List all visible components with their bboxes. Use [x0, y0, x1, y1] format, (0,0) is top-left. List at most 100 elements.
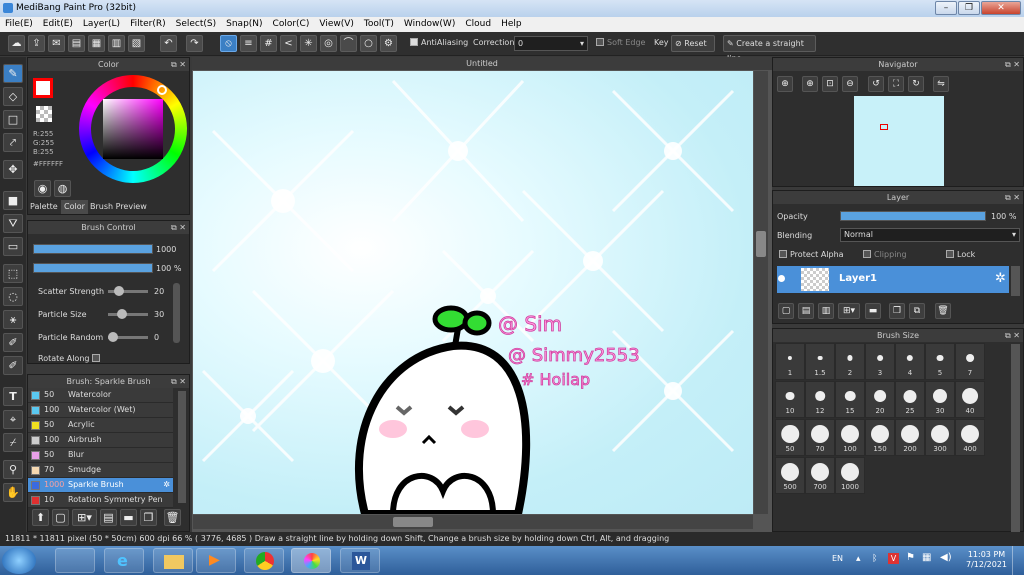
brush-list-item[interactable]: 50 Blur: [28, 448, 173, 463]
circle-snap-icon[interactable]: ○: [360, 35, 377, 52]
tab-palette[interactable]: Palette: [30, 200, 58, 214]
layer-row[interactable]: Layer1 ✲: [777, 266, 1009, 293]
brush-list-item[interactable]: 50 Watercolor: [28, 388, 173, 403]
fill-rect-tool-icon[interactable]: ■: [3, 191, 23, 210]
antivirus-icon[interactable]: V: [888, 553, 899, 564]
drawing-canvas[interactable]: @ Sim @ Simmy2553 # Hoilap: [193, 71, 753, 514]
move-tool-icon[interactable]: ✥: [3, 160, 23, 179]
flip-icon[interactable]: ⇋: [933, 76, 949, 92]
operation-tool-icon[interactable]: ⌖: [3, 410, 23, 429]
layer-menu-icon[interactable]: ⊞▾: [838, 303, 860, 319]
scrollbar[interactable]: [1011, 266, 1020, 296]
folder-icon[interactable]: ▬: [120, 509, 137, 526]
dot-tool-icon[interactable]: □: [3, 110, 23, 129]
new-layer-1bit-icon[interactable]: ▥: [818, 303, 834, 319]
trash-icon[interactable]: 🗑: [164, 509, 181, 526]
brush-size-cell[interactable]: 200: [895, 419, 925, 456]
taskbar-app-1[interactable]: [55, 548, 95, 573]
internet-explorer-icon[interactable]: e: [104, 548, 144, 573]
hue-wheel[interactable]: [79, 75, 187, 183]
slider-knob[interactable]: [108, 332, 118, 342]
secondary-color-swatch[interactable]: [36, 106, 52, 122]
add-brush-icon[interactable]: ⬆: [32, 509, 49, 526]
zoom-out-icon[interactable]: ⊖: [842, 76, 858, 92]
brush-size-cell[interactable]: 500: [775, 457, 805, 494]
slider-knob[interactable]: [114, 286, 124, 296]
tones-icon[interactable]: ▧: [128, 35, 145, 52]
viewport-indicator[interactable]: [880, 124, 888, 130]
gear-icon[interactable]: ✲: [163, 478, 170, 492]
brush-size-cell[interactable]: 300: [925, 419, 955, 456]
merge-layer-icon[interactable]: ⧉: [909, 303, 925, 319]
parallel-snap-icon[interactable]: ≡: [240, 35, 257, 52]
menu-tool[interactable]: Tool(T): [359, 17, 399, 32]
select-eraser-tool-icon[interactable]: ✐: [3, 356, 23, 375]
color-mode-icon[interactable]: ◉: [34, 180, 51, 197]
brush-size-cell[interactable]: 150: [865, 419, 895, 456]
zoom-reset-icon[interactable]: ⊡: [822, 76, 838, 92]
panel-close-icon[interactable]: ⧉ ✕: [1005, 329, 1020, 342]
brush-size-cell[interactable]: 10: [775, 381, 805, 418]
close-button[interactable]: ✕: [981, 1, 1021, 15]
page-icon[interactable]: ▤: [68, 35, 85, 52]
brush-size-cell[interactable]: 100: [835, 419, 865, 456]
media-player-icon[interactable]: ▶: [196, 548, 236, 573]
brush-settings-icon[interactable]: ▤: [100, 509, 117, 526]
restore-button[interactable]: ❐: [958, 1, 980, 15]
brush-size-cell[interactable]: 12: [805, 381, 835, 418]
brush-size-slider[interactable]: [33, 244, 153, 254]
brush-size-cell[interactable]: 50: [775, 419, 805, 456]
redo-icon[interactable]: ↷: [186, 35, 203, 52]
new-brush-icon[interactable]: ▢: [52, 509, 69, 526]
crisscross-snap-icon[interactable]: #: [260, 35, 277, 52]
cloud-icon[interactable]: ☁: [8, 35, 25, 52]
bluetooth-icon[interactable]: ᛒ: [872, 554, 877, 564]
tab-brush-preview[interactable]: Brush Preview: [90, 200, 147, 214]
select-tool-icon[interactable]: ⬚: [3, 264, 23, 283]
horizontal-scrollbar[interactable]: [193, 515, 753, 529]
scrollbar[interactable]: [1011, 344, 1020, 532]
brush-list-item[interactable]: 100 Watercolor (Wet): [28, 403, 173, 418]
brush-size-cell[interactable]: 1: [775, 343, 805, 380]
brush-size-cell[interactable]: 30: [925, 381, 955, 418]
pages-icon[interactable]: ▦: [88, 35, 105, 52]
clipping-checkbox[interactable]: [863, 250, 871, 258]
flag-icon[interactable]: ⚑: [906, 552, 915, 563]
magic-wand-tool-icon[interactable]: ⚹: [3, 310, 23, 329]
hand-tool-icon[interactable]: ✋: [3, 483, 23, 502]
chrome-icon[interactable]: [244, 548, 284, 573]
menu-file[interactable]: File(E): [0, 17, 38, 32]
shape-tool-icon[interactable]: ⤤: [3, 133, 23, 152]
medibang-taskbar-icon[interactable]: [291, 548, 331, 573]
folder-icon[interactable]: ▬: [865, 303, 881, 319]
navigator-preview[interactable]: [854, 96, 944, 186]
grid-icon[interactable]: ▥: [108, 35, 125, 52]
blending-select[interactable]: Normal ▾: [840, 228, 1020, 242]
share-icon[interactable]: ⇪: [28, 35, 45, 52]
saturation-square[interactable]: [103, 99, 163, 159]
tray-arrow-icon[interactable]: ▴: [856, 554, 861, 564]
volume-icon[interactable]: ◀): [940, 552, 952, 563]
menu-select[interactable]: Select(S): [171, 17, 222, 32]
reset-button[interactable]: ⊘ Reset: [671, 35, 715, 52]
menu-snap[interactable]: Snap(N): [221, 17, 267, 32]
protect-alpha-checkbox[interactable]: [779, 250, 787, 258]
rotate-right-icon[interactable]: ↻: [908, 76, 924, 92]
select-pen-tool-icon[interactable]: ✐: [3, 333, 23, 352]
brush-size-cell[interactable]: 40: [955, 381, 985, 418]
new-layer-8bit-icon[interactable]: ▤: [798, 303, 814, 319]
brush-param-slider[interactable]: [108, 309, 148, 319]
menu-edit[interactable]: Edit(E): [38, 17, 78, 32]
bucket-tool-icon[interactable]: ⛛: [3, 214, 23, 233]
brush-list-item[interactable]: 100 Airbrush: [28, 433, 173, 448]
word-icon[interactable]: W: [340, 548, 380, 573]
menu-color[interactable]: Color(C): [268, 17, 315, 32]
show-desktop-button[interactable]: [1012, 546, 1024, 575]
lasso-tool-icon[interactable]: ◌: [3, 287, 23, 306]
divide-tool-icon[interactable]: ⌿: [3, 433, 23, 452]
panel-close-icon[interactable]: ⧉ ✕: [171, 375, 186, 388]
straight-line-button[interactable]: ✎ Create a straight line: [723, 35, 816, 63]
brush-size-cell[interactable]: 700: [805, 457, 835, 494]
color-history-icon[interactable]: ◍: [54, 180, 71, 197]
minimize-button[interactable]: –: [935, 1, 957, 15]
